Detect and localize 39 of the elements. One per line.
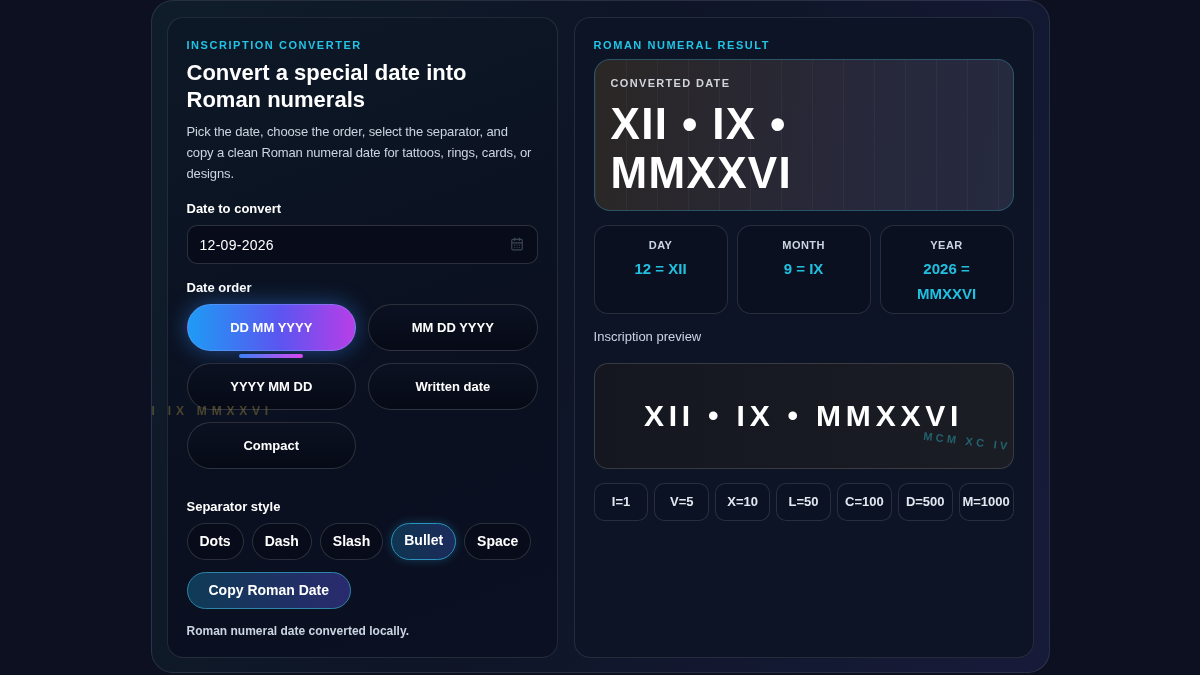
date-input[interactable]: 12-09-2026: [186, 225, 538, 264]
separator-option[interactable]: Dash: [251, 523, 312, 560]
section-eyebrow: INSCRIPTION CONVERTER: [186, 38, 363, 52]
date-order-option[interactable]: Compact: [186, 422, 357, 469]
numeral-key: C=100: [836, 483, 892, 521]
breakdown-label: MONTH: [782, 238, 825, 252]
decorative-numerals: MCM XC IV: [922, 429, 1011, 454]
section-eyebrow: ROMAN NUMERAL RESULT: [593, 38, 772, 52]
preview-text: XII • IX • MMXXVI: [643, 401, 964, 431]
date-order-option[interactable]: MM DD YYYY: [368, 304, 538, 351]
panel-title: Convert a special date into Roman numerals: [186, 59, 468, 113]
numeral-key: L=50: [776, 483, 831, 521]
breakdown-value: 2026 = MMXXVI: [915, 259, 978, 304]
date-order-option[interactable]: DD MM YYYY: [186, 304, 357, 351]
separator-option[interactable]: Space: [464, 523, 532, 560]
numeral-key: D=500: [897, 483, 953, 521]
breakdown-value: 9 = IX: [783, 259, 824, 279]
field-label: Separator style: [186, 498, 282, 516]
numeral-key: I=1: [593, 483, 649, 521]
breakdown-value: 12 = XII: [634, 259, 687, 279]
converted-date-value: XII • IX • MMXXVI: [610, 99, 794, 197]
status-message: Roman numeral date converted locally.: [186, 623, 410, 639]
numeral-key: X=10: [715, 483, 771, 521]
field-label: Date order: [186, 279, 253, 297]
numeral-key: M=1000: [958, 483, 1014, 521]
separator-option[interactable]: Bullet: [391, 523, 457, 560]
date-order-option[interactable]: Written date: [368, 363, 538, 410]
selection-indicator: [239, 354, 304, 358]
breakdown-label: DAY: [648, 238, 673, 252]
breakdown-label: YEAR: [930, 238, 963, 252]
preview-label: Inscription preview: [593, 328, 703, 346]
copy-button[interactable]: Copy Roman Date: [186, 572, 352, 609]
calendar-icon[interactable]: [509, 237, 524, 251]
numeral-key: V=5: [654, 483, 710, 521]
separator-option[interactable]: Dots: [186, 523, 244, 560]
card-label: CONVERTED DATE: [610, 76, 732, 90]
separator-option[interactable]: Slash: [319, 523, 384, 560]
panel-description: Pick the date, choose the order, select the separator, and copy a clean Roman numeral date for tattoos, rings, cards, or designs.: [186, 123, 533, 183]
field-label: Date to convert: [186, 200, 283, 218]
